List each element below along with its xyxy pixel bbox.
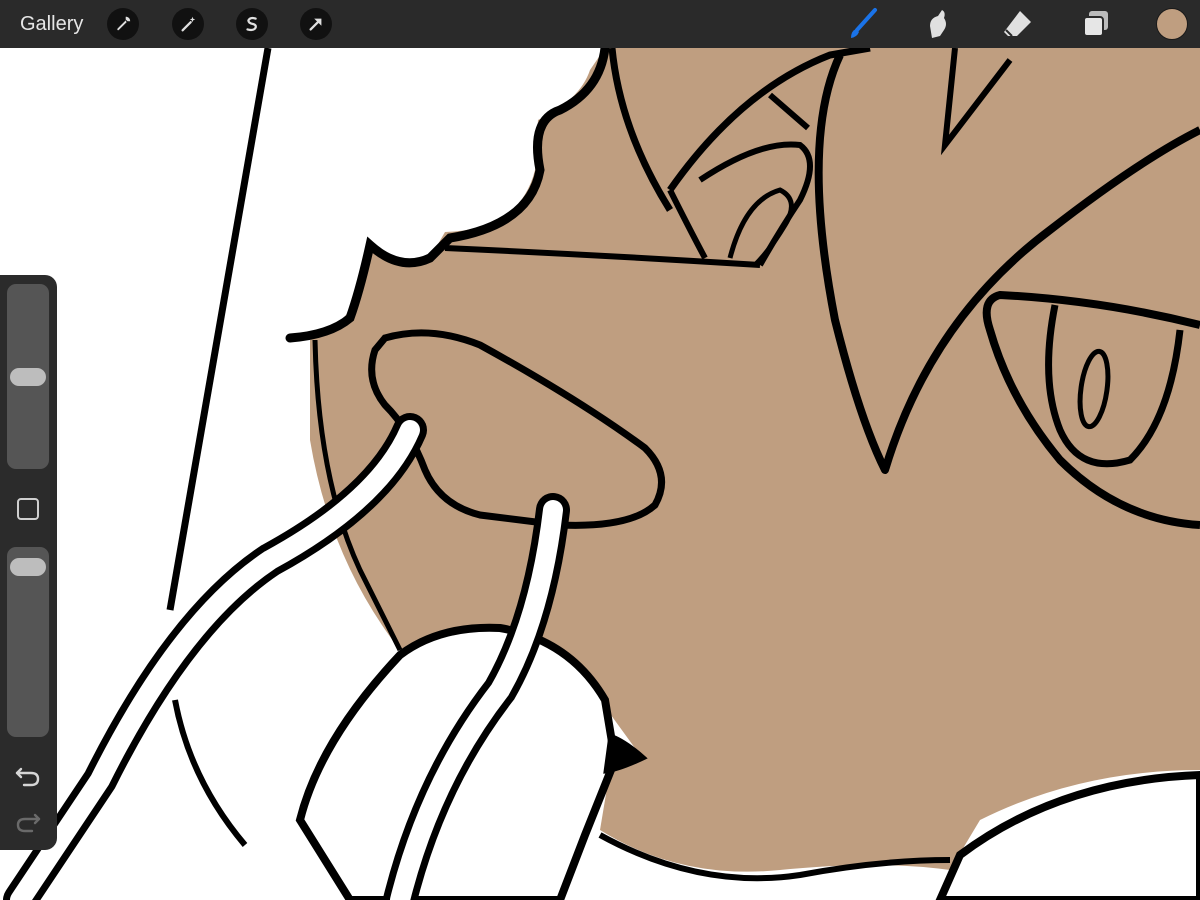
eraser-icon	[1004, 11, 1031, 37]
square-modify-icon[interactable]	[17, 498, 39, 520]
layers-icon	[1083, 11, 1108, 37]
gallery-button[interactable]: Gallery	[20, 12, 83, 36]
selection-button[interactable]	[236, 8, 268, 40]
magic-wand-icon	[181, 16, 196, 32]
actions-button[interactable]	[107, 8, 139, 40]
smudge-tool-button[interactable]	[920, 6, 956, 42]
top-toolbar: Gallery	[0, 0, 1200, 48]
cape-edge-stroke	[172, 699, 248, 847]
wrench-icon	[117, 16, 131, 31]
eraser-tool-button[interactable]	[1000, 6, 1036, 42]
transform-arrow-icon	[309, 18, 322, 31]
selection-icon	[246, 16, 257, 32]
left-sidebar	[0, 275, 57, 850]
color-picker-swatch[interactable]	[1156, 8, 1188, 40]
opacity-slider-thumb[interactable]	[10, 558, 46, 577]
brush-size-slider[interactable]	[7, 284, 49, 469]
drawing-canvas[interactable]	[0, 0, 1200, 900]
brush-tool-button[interactable]	[845, 6, 881, 42]
opacity-slider[interactable]	[7, 547, 49, 737]
brush-size-slider-thumb[interactable]	[10, 367, 46, 386]
brush-icon	[851, 8, 877, 38]
adjustments-button[interactable]	[172, 8, 204, 40]
smudge-icon	[930, 10, 946, 38]
transform-button[interactable]	[300, 8, 332, 40]
redo-icon[interactable]	[14, 809, 42, 833]
hair-strand-stroke	[166, 47, 272, 611]
undo-icon[interactable]	[14, 763, 42, 787]
layers-button[interactable]	[1078, 6, 1114, 42]
